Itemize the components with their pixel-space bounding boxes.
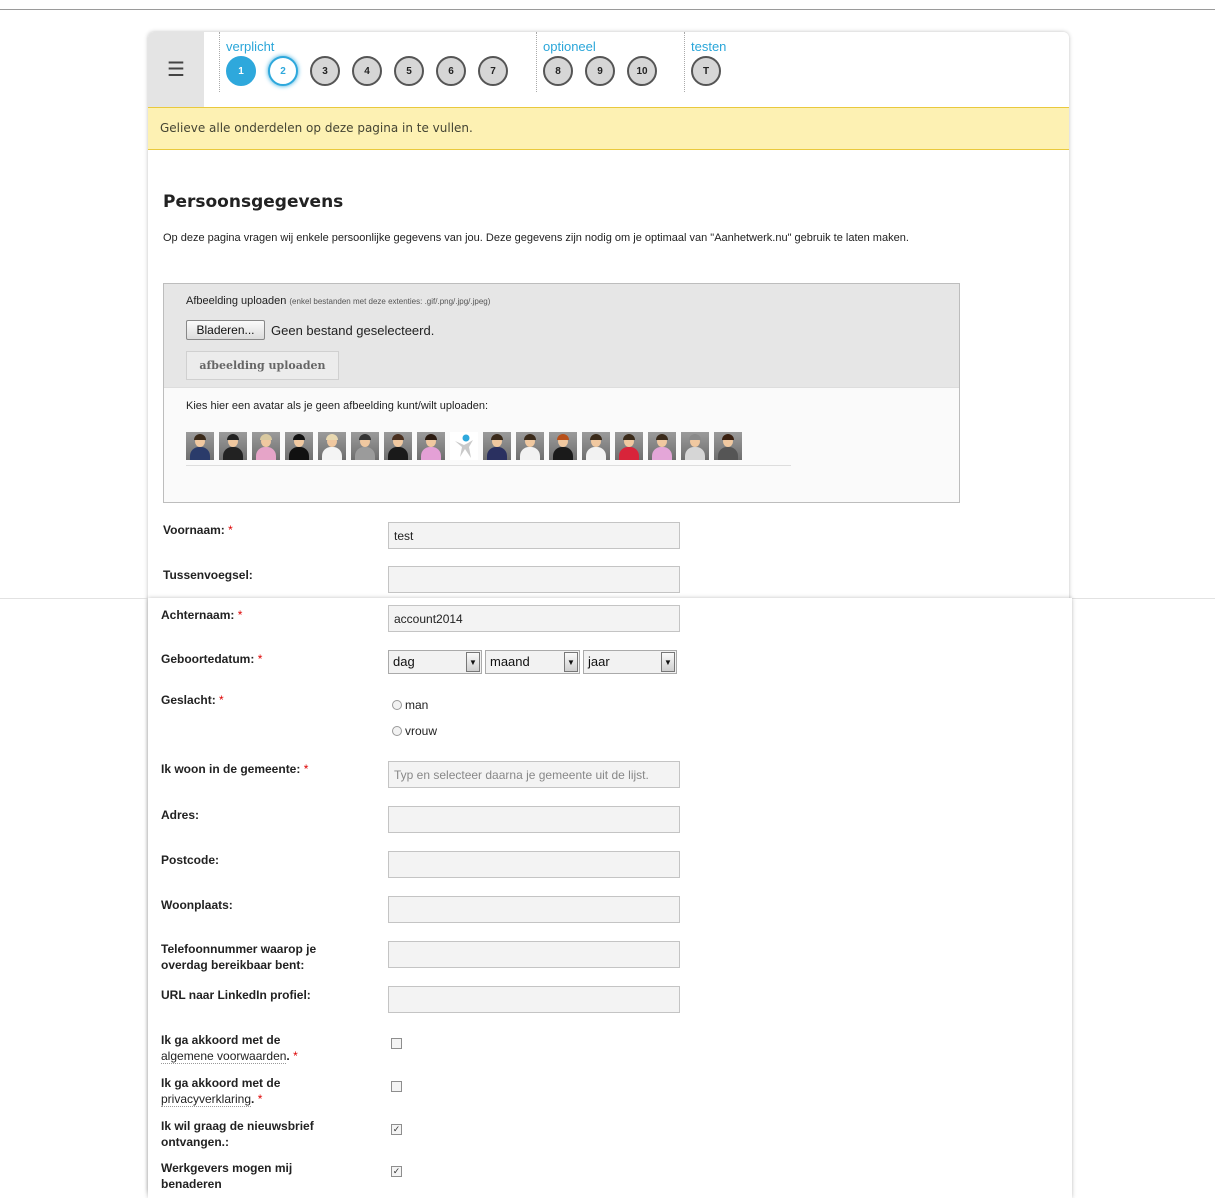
gemeente-label: Ik woon in de gemeente: * — [161, 762, 309, 776]
chevron-down-icon: ▼ — [564, 652, 578, 672]
werkgevers-label: Werkgevers mogen mij benaderen — [161, 1161, 293, 1191]
upload-section: Afbeelding uploaden (enkel bestanden met… — [163, 283, 960, 503]
step-group-label: testen — [691, 39, 727, 54]
linkedin-label: URL naar LinkedIn profiel: — [161, 988, 311, 1002]
avatar-option-12[interactable] — [549, 432, 577, 460]
notice-banner: Gelieve alle onderdelen op deze pagina i… — [148, 107, 1069, 150]
top-divider — [0, 9, 1215, 10]
step-10[interactable]: 10 — [627, 56, 657, 86]
avatar-option-14[interactable] — [615, 432, 643, 460]
step-group-label: verplicht — [226, 39, 275, 54]
browse-button[interactable]: Bladeren... — [186, 320, 265, 340]
newsletter-checkbox[interactable]: ✓ — [391, 1124, 402, 1135]
step-1[interactable]: 1 — [226, 56, 256, 86]
month-select[interactable]: maand ▼ — [485, 650, 580, 674]
step-group-label: optioneel — [543, 39, 596, 54]
avatar-option-13[interactable] — [582, 432, 610, 460]
step-3[interactable]: 3 — [310, 56, 340, 86]
avatar-option-16[interactable] — [681, 432, 709, 460]
step-group-testen: testen T — [684, 32, 726, 92]
step-8[interactable]: 8 — [543, 56, 573, 86]
radio-icon — [392, 700, 402, 710]
gemeente-input[interactable] — [388, 761, 680, 788]
postcode-input[interactable] — [388, 851, 680, 878]
linkedin-input[interactable] — [388, 986, 680, 1013]
avatar-option-11[interactable] — [516, 432, 544, 460]
avatar-option-7[interactable] — [384, 432, 412, 460]
voornaam-label: Voornaam: * — [163, 523, 233, 537]
achternaam-label: Achternaam: * — [161, 608, 243, 622]
file-status: Geen bestand geselecteerd. — [271, 323, 435, 338]
chevron-down-icon: ▼ — [466, 652, 480, 672]
step-T[interactable]: T — [691, 56, 721, 86]
tussenvoegsel-label: Tussenvoegsel: — [163, 568, 253, 582]
terms-checkbox[interactable] — [391, 1038, 402, 1049]
telefoon-input[interactable] — [388, 941, 680, 968]
form-card-lower: Achternaam: * Geboortedatum: * dag ▼ maa… — [148, 598, 1072, 1198]
avatar-option-4[interactable] — [285, 432, 313, 460]
upload-hint: (enkel bestanden met deze extenties: .gi… — [289, 297, 491, 306]
year-select[interactable]: jaar ▼ — [583, 650, 677, 674]
hamburger-menu-icon[interactable]: ☰ — [148, 32, 204, 107]
step-navigation: ☰ verplicht 1234567 optioneel 8 9 10 teste… — [148, 32, 1069, 107]
step-group-verplicht: verplicht 1234567 — [219, 32, 508, 92]
woonplaats-input[interactable] — [388, 896, 680, 923]
terms-link[interactable]: algemene voorwaarden — [161, 1049, 287, 1064]
avatar-option-2[interactable] — [219, 432, 247, 460]
step-group-optioneel: optioneel 8 9 10 — [536, 32, 657, 92]
avatar-list — [186, 432, 791, 466]
radio-icon — [392, 726, 402, 736]
geslacht-label: Geslacht: * — [161, 693, 224, 707]
step-4[interactable]: 4 — [352, 56, 382, 86]
voorwaarden-label: Ik ga akkoord met de algemene voorwaarde… — [161, 1033, 298, 1064]
privacy-checkbox[interactable] — [391, 1081, 402, 1092]
gender-option-vrouw[interactable]: vrouw — [392, 724, 437, 738]
postcode-label: Postcode: — [161, 853, 220, 867]
step-9[interactable]: 9 — [585, 56, 615, 86]
page-intro: Op deze pagina vragen wij enkele persoon… — [163, 232, 909, 244]
avatar-option-15[interactable] — [648, 432, 676, 460]
avatar-option-6[interactable] — [351, 432, 379, 460]
step-6[interactable]: 6 — [436, 56, 466, 86]
page-title: Persoonsgegevens — [163, 192, 344, 212]
telefoon-label: Telefoonnummer waarop je overdag bereikb… — [161, 942, 317, 972]
step-7[interactable]: 7 — [478, 56, 508, 86]
gender-option-man[interactable]: man — [392, 698, 428, 712]
day-select[interactable]: dag ▼ — [388, 650, 482, 674]
employers-contact-checkbox[interactable]: ✓ — [391, 1166, 402, 1177]
adres-input[interactable] — [388, 806, 680, 833]
woonplaats-label: Woonplaats: — [161, 898, 233, 912]
avatar-option-9[interactable] — [450, 432, 478, 460]
avatar-option-8[interactable] — [417, 432, 445, 460]
tussenvoegsel-input[interactable] — [388, 566, 680, 593]
adres-label: Adres: — [161, 808, 200, 822]
achternaam-input[interactable] — [388, 605, 680, 632]
avatar-option-17[interactable] — [714, 432, 742, 460]
privacy-label: Ik ga akkoord met de privacyverklaring. … — [161, 1076, 281, 1107]
upload-label: Afbeelding uploaden (enkel bestanden met… — [186, 295, 491, 307]
step-2[interactable]: 2 — [268, 56, 298, 86]
step-5[interactable]: 5 — [394, 56, 424, 86]
avatar-option-1[interactable] — [186, 432, 214, 460]
avatar-option-10[interactable] — [483, 432, 511, 460]
geboortedatum-label: Geboortedatum: * — [161, 652, 263, 666]
upload-image-button[interactable]: afbeelding uploaden — [186, 351, 339, 380]
nieuwsbrief-label: Ik wil graag de nieuwsbrief ontvangen.: — [161, 1119, 314, 1149]
privacy-link[interactable]: privacyverklaring — [161, 1092, 252, 1107]
avatar-prompt: Kies hier een avatar als je geen afbeeld… — [186, 400, 489, 412]
chevron-down-icon: ▼ — [661, 652, 675, 672]
avatar-option-5[interactable] — [318, 432, 346, 460]
voornaam-input[interactable] — [388, 522, 680, 549]
avatar-option-3[interactable] — [252, 432, 280, 460]
